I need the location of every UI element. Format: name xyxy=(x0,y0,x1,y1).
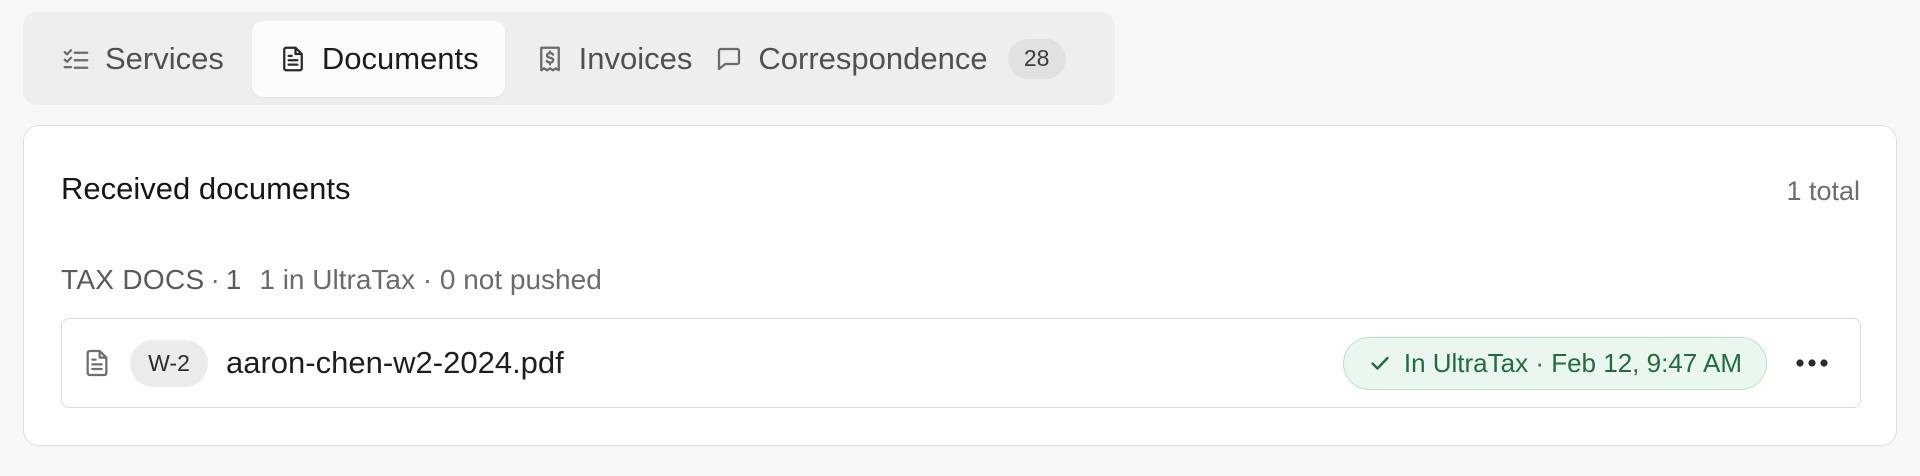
tab-documents[interactable]: Documents xyxy=(251,20,505,97)
check-icon xyxy=(1368,351,1392,375)
correspondence-count-badge: 28 xyxy=(1007,38,1066,79)
group-name: TAX DOCS xyxy=(61,264,205,295)
document-row[interactable]: W-2 aaron-chen-w2-2024.pdf In UltraTax ·… xyxy=(61,318,1861,408)
file-text-icon xyxy=(81,347,113,379)
document-icon xyxy=(278,44,308,74)
tab-invoices[interactable]: Invoices xyxy=(505,21,713,97)
total-count: 1 total xyxy=(1786,176,1860,206)
tab-bar: Services Documents Invoices Corresponden… xyxy=(23,12,1115,105)
tab-label: Services xyxy=(105,40,224,76)
tab-label: Documents xyxy=(321,40,479,76)
group-summary: 1 in UltraTax · 0 not pushed xyxy=(259,264,602,295)
group-count: 1 xyxy=(225,264,242,295)
receipt-dollar-icon xyxy=(535,44,565,74)
more-options-button[interactable] xyxy=(1790,341,1834,385)
group-separator: · xyxy=(210,264,220,295)
more-horizontal-icon xyxy=(1796,359,1828,367)
tab-correspondence[interactable]: Correspondence 28 xyxy=(712,21,1066,97)
status-badge: In UltraTax · Feb 12, 9:47 AM xyxy=(1342,336,1767,390)
chat-bubble-icon xyxy=(714,44,744,74)
status-text: In UltraTax · Feb 12, 9:47 AM xyxy=(1403,347,1742,378)
received-documents-card: Received documents 1 total TAX DOCS · 1 … xyxy=(23,125,1897,446)
group-header: TAX DOCS · 1 1 in UltraTax · 0 not pushe… xyxy=(61,264,602,296)
tab-label: Invoices xyxy=(578,40,693,76)
file-name-link[interactable]: aaron-chen-w2-2024.pdf xyxy=(226,345,564,381)
card-title: Received documents xyxy=(61,171,351,206)
tab-services[interactable]: Services xyxy=(31,21,252,97)
tab-label: Correspondence xyxy=(758,40,988,76)
checklist-icon xyxy=(61,44,91,74)
document-type-badge: W-2 xyxy=(130,339,208,387)
